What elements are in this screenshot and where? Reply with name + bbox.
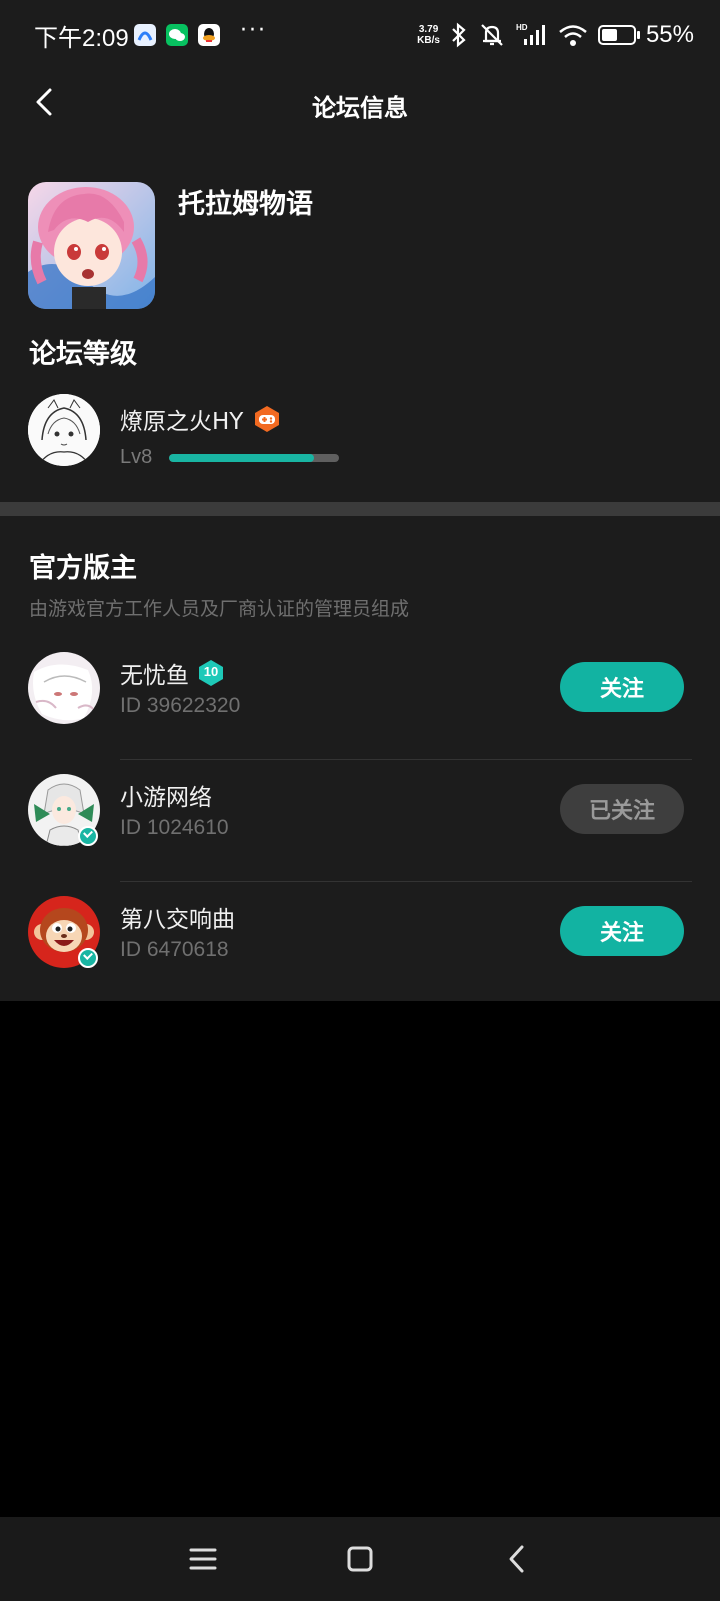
- forum-info-card: 托拉姆物语 论坛等级 燎原之火HY Lv8: [0, 140, 720, 502]
- avatar[interactable]: [28, 394, 100, 466]
- status-icons: 3.79 KB/s HD 55%: [417, 16, 694, 54]
- bluetooth-icon: [452, 22, 466, 48]
- wifi-icon: [559, 25, 587, 46]
- moderator-heading: 官方版主: [29, 553, 137, 584]
- moderator-id: ID 6470618: [120, 938, 229, 961]
- status-bar: 下午2:09 ··· 3.79 KB/s HD 55%: [0, 0, 720, 70]
- home-square-icon: [347, 1546, 373, 1572]
- list-item[interactable]: 无忧鱼 10 ID 39622320 关注: [0, 638, 720, 760]
- system-navigation-bar: [0, 1517, 720, 1601]
- mute-icon: [481, 24, 503, 46]
- gamepad-badge-icon: [255, 406, 280, 432]
- battery-level: [601, 29, 617, 41]
- system-back-button[interactable]: [500, 1541, 536, 1577]
- level-progress-fill: [169, 454, 314, 462]
- status-time: 下午2:09: [34, 25, 129, 52]
- more-notifications-icon: ···: [240, 18, 267, 43]
- menu-icon: [189, 1548, 217, 1570]
- back-arrow-icon: [509, 1545, 524, 1573]
- verified-badge-icon: [78, 948, 98, 968]
- moderator-name-text: 无忧鱼: [120, 663, 189, 689]
- follow-button[interactable]: 关注: [560, 906, 684, 956]
- forum-name: 托拉姆物语: [178, 189, 313, 220]
- moderator-name: 第八交响曲: [120, 900, 235, 934]
- avatar[interactable]: [28, 652, 100, 724]
- level-badge: 10: [197, 659, 225, 687]
- recent-apps-button[interactable]: [185, 1541, 221, 1577]
- app-notification-icon: [134, 24, 156, 46]
- list-item[interactable]: 第八交响曲 ID 6470618 关注: [0, 882, 720, 1004]
- moderator-subtitle: 由游戏官方工作人员及厂商认证的管理员组成: [29, 598, 410, 620]
- section-divider: [0, 502, 720, 516]
- level-progress-bar: [169, 454, 339, 462]
- qq-icon: [198, 24, 220, 46]
- moderator-name: 小游网络: [120, 778, 212, 812]
- battery-icon: [597, 25, 640, 45]
- signal-icon: HD: [516, 23, 545, 45]
- moderator-name-text: 小游网络: [120, 785, 212, 811]
- wechat-icon: [166, 24, 188, 46]
- user-name: 燎原之火HY: [120, 409, 244, 435]
- following-button[interactable]: 已关注: [560, 784, 684, 834]
- moderator-name-text: 第八交响曲: [120, 907, 235, 933]
- moderator-id: ID 1024610: [120, 816, 229, 839]
- moderator-id: ID 39622320: [120, 694, 241, 717]
- svg-text:HD: HD: [516, 23, 528, 32]
- current-user: 燎原之火HY: [120, 402, 281, 436]
- nav-header: 论坛信息: [0, 70, 720, 140]
- level-badge-text: 10: [203, 664, 219, 679]
- moderator-section: 官方版主 由游戏官方工作人员及厂商认证的管理员组成 无忧鱼 10 ID 3962…: [0, 516, 720, 1001]
- forum-cover-image: [28, 182, 155, 309]
- moderator-name: 无忧鱼 10: [120, 656, 225, 690]
- battery-percent: 55%: [645, 21, 694, 48]
- network-speed: 3.79 KB/s: [417, 24, 440, 46]
- list-item[interactable]: 小游网络 ID 1024610 已关注: [0, 760, 720, 882]
- home-button[interactable]: [342, 1541, 378, 1577]
- forum-level-heading: 论坛等级: [29, 339, 137, 370]
- page-title: 论坛信息: [312, 94, 408, 122]
- follow-button[interactable]: 关注: [560, 662, 684, 712]
- verified-badge-icon: [78, 826, 98, 846]
- user-level: Lv8: [120, 446, 153, 468]
